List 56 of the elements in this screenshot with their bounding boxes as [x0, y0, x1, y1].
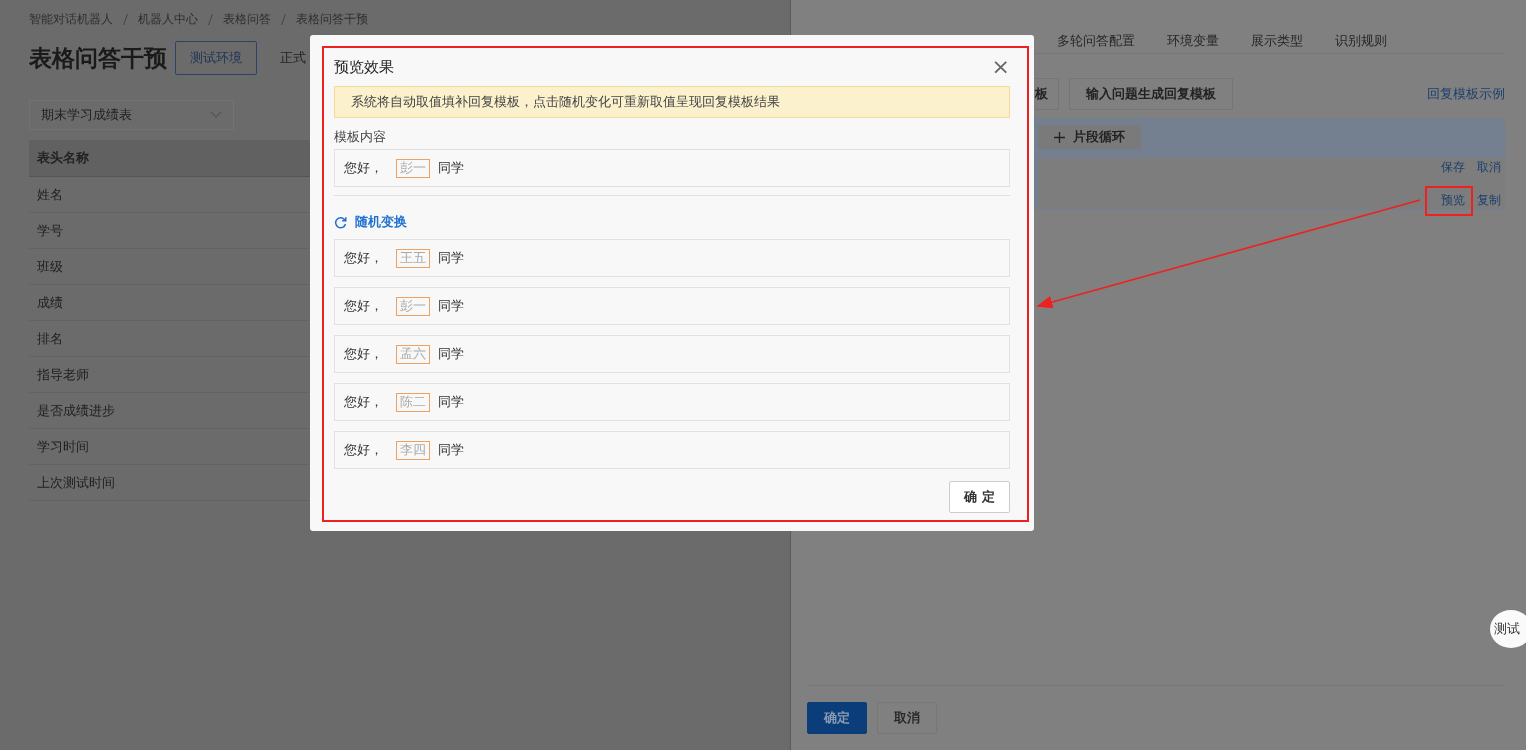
variable-tag: 李四: [396, 440, 430, 460]
action-link[interactable]: 取消: [1477, 158, 1501, 176]
plus-icon: [1054, 131, 1065, 143]
table-cell: 指导老师: [37, 365, 89, 384]
breadcrumb-separator-icon: [281, 13, 286, 25]
table-cell: 学习时间: [37, 437, 89, 456]
loop-button[interactable]: 片段循环: [1038, 125, 1141, 149]
drawer-tab[interactable]: 环境变量: [1167, 32, 1219, 53]
greeting-text: 您好，: [344, 393, 383, 411]
table-cell: 是否成绩进步: [37, 401, 115, 420]
section-label: 模板内容: [334, 129, 387, 146]
greeting-text: 同学: [438, 249, 464, 267]
highlight-frame: [1425, 186, 1473, 216]
greeting-text: 您好，: [344, 297, 383, 315]
table-cell: 排名: [37, 329, 63, 348]
table-select[interactable]: 期末学习成绩表: [29, 100, 234, 130]
drawer-tab[interactable]: 展示类型: [1251, 32, 1303, 53]
variable-tag: 陈二: [396, 392, 430, 412]
drawer-tab[interactable]: 识别规则: [1335, 32, 1387, 53]
toolbar-button[interactable]: 板: [1035, 78, 1059, 110]
footer-button[interactable]: 取消: [877, 702, 937, 734]
footer-button[interactable]: 确定: [807, 702, 867, 734]
column-header: 表头名称: [37, 149, 89, 167]
action-link[interactable]: 预览: [1441, 191, 1465, 209]
refresh-icon: [334, 215, 347, 229]
greeting-text: 您好，: [344, 159, 383, 177]
environment-tab[interactable]: 测试环境: [175, 41, 257, 75]
confirm-button[interactable]: 确 定: [949, 481, 1010, 513]
greeting-text: 同学: [438, 441, 464, 459]
environment-tab[interactable]: 正式: [265, 41, 321, 75]
greeting-text: 您好，: [344, 249, 383, 267]
greeting-text: 同学: [438, 345, 464, 363]
dialog-title: 预览效果: [334, 57, 394, 77]
drawer-tab[interactable]: 多轮问答配置: [1057, 32, 1135, 53]
greeting-text: 同学: [438, 159, 464, 177]
variable-tag: 孟六: [396, 344, 430, 364]
breadcrumb-separator-icon: [208, 13, 213, 25]
shuffle-link[interactable]: 随机变换: [334, 213, 1010, 231]
greeting-text: 同学: [438, 393, 464, 411]
breadcrumb-separator-icon: [123, 13, 128, 25]
table-cell: 班级: [37, 257, 63, 276]
close-icon[interactable]: ×: [991, 56, 1010, 78]
toolbar-button[interactable]: 输入问题生成回复模板: [1069, 78, 1233, 110]
page-title: 表格问答干预: [29, 43, 167, 73]
action-link[interactable]: 保存: [1441, 158, 1465, 176]
example-link[interactable]: 回复模板示例: [1427, 85, 1505, 103]
greeting-text: 您好，: [344, 441, 383, 459]
table-cell: 姓名: [37, 185, 63, 204]
table-cell: 成绩: [37, 293, 63, 312]
table-cell: 学号: [37, 221, 63, 240]
action-link[interactable]: 复制: [1477, 191, 1501, 209]
table-cell: 上次测试时间: [37, 473, 115, 492]
variable-tag: 王五: [396, 248, 430, 268]
greeting-text: 您好，: [344, 345, 383, 363]
notice-banner: 系统将自动取值填补回复模板，点击随机变化可重新取值呈现回复模板结果: [334, 86, 1010, 118]
greeting-text: 同学: [438, 297, 464, 315]
